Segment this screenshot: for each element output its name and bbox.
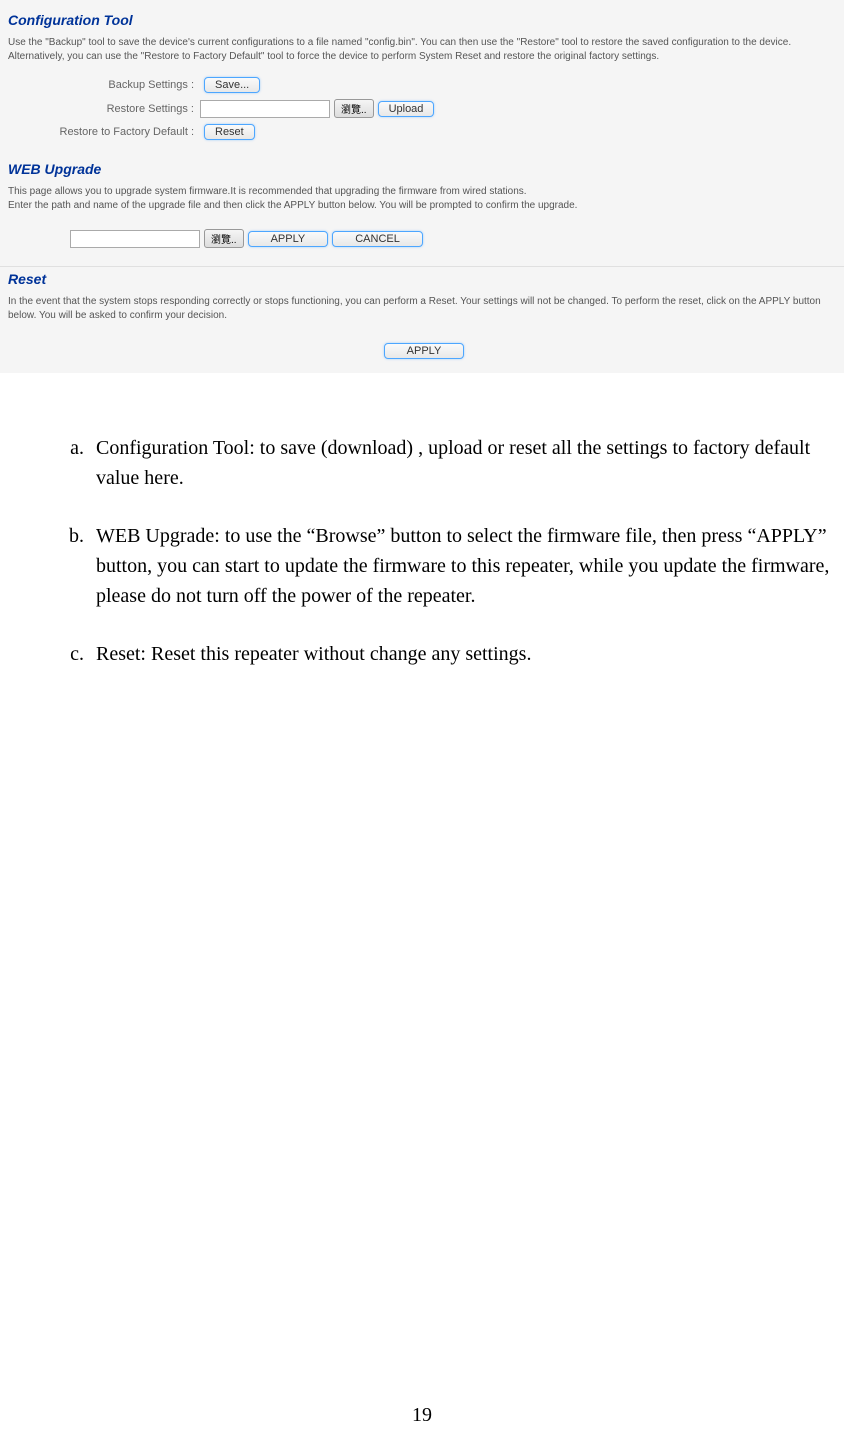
- list-marker: c.: [52, 639, 96, 669]
- web-upgrade-desc: This page allows you to upgrade system f…: [0, 181, 844, 223]
- reset-apply-row: APPLY: [0, 333, 844, 369]
- list-marker: a.: [52, 433, 96, 493]
- reset-button[interactable]: Reset: [204, 124, 255, 140]
- page-number: 19: [0, 1404, 844, 1427]
- list-text: WEB Upgrade: to use the “Browse” button …: [96, 521, 844, 611]
- list-marker: b.: [52, 521, 96, 611]
- reset-title: Reset: [0, 267, 844, 291]
- restore-label: Restore Settings :: [40, 103, 200, 115]
- list-item-b: b. WEB Upgrade: to use the “Browse” butt…: [52, 521, 844, 611]
- browse-button-upgrade[interactable]: 瀏覽..: [204, 229, 244, 248]
- restore-row: Restore Settings : 瀏覽.. Upload: [40, 96, 844, 121]
- browse-button-restore[interactable]: 瀏覽..: [334, 99, 374, 118]
- config-tool-title: Configuration Tool: [0, 8, 844, 32]
- upload-button[interactable]: Upload: [378, 101, 435, 117]
- factory-label: Restore to Factory Default :: [40, 126, 200, 138]
- config-tool-desc: Use the "Backup" tool to save the device…: [0, 32, 844, 74]
- list-item-c: c. Reset: Reset this repeater without ch…: [52, 639, 844, 669]
- restore-file-input[interactable]: [200, 100, 330, 118]
- apply-button-upgrade[interactable]: APPLY: [248, 231, 329, 247]
- reset-desc: In the event that the system stops respo…: [0, 291, 844, 333]
- apply-button-reset[interactable]: APPLY: [384, 343, 465, 359]
- list-item-a: a. Configuration Tool: to save (download…: [52, 433, 844, 493]
- list-text: Configuration Tool: to save (download) ,…: [96, 433, 844, 493]
- document-body: a. Configuration Tool: to save (download…: [0, 373, 844, 669]
- firmware-file-input[interactable]: [70, 230, 200, 248]
- backup-label: Backup Settings :: [40, 79, 200, 91]
- admin-ui-screenshot: Configuration Tool Use the "Backup" tool…: [0, 0, 844, 373]
- cancel-button[interactable]: CANCEL: [332, 231, 423, 247]
- factory-row: Restore to Factory Default : Reset: [40, 121, 844, 143]
- web-upgrade-title: WEB Upgrade: [0, 157, 844, 181]
- backup-row: Backup Settings : Save...: [40, 74, 844, 96]
- save-button[interactable]: Save...: [204, 77, 260, 93]
- upgrade-row: 瀏覽.. APPLY CANCEL: [0, 223, 844, 260]
- list-text: Reset: Reset this repeater without chang…: [96, 639, 844, 669]
